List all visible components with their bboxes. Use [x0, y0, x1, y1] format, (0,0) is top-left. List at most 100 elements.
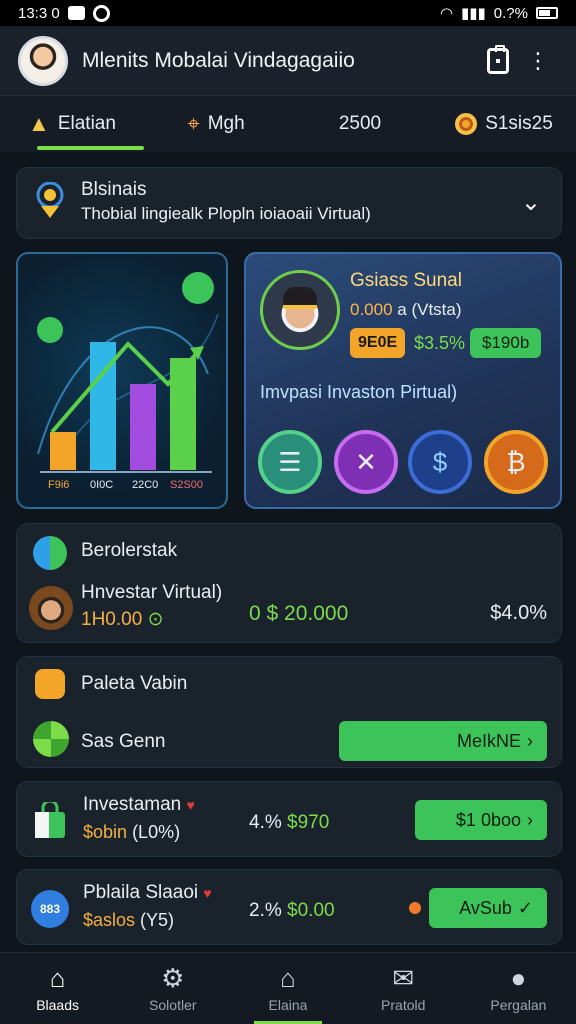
clipboard-button[interactable] — [478, 41, 518, 81]
nav-pratold[interactable]: ✉ Pratold — [346, 953, 461, 1024]
wallet-subtitle: Sas Genn — [81, 731, 166, 752]
chart-badge-icon — [182, 272, 214, 304]
chart-bar-1 — [50, 432, 76, 470]
more-menu-button[interactable]: ⋮ — [518, 41, 558, 81]
tab-elatian[interactable]: ▲ Elatian — [0, 96, 144, 152]
quick-bag-button[interactable]: ₿ — [484, 430, 548, 494]
axis-label-1: F9i6 — [48, 479, 69, 491]
signal-icon: ▮▮▮ — [461, 5, 486, 22]
battery-icon — [536, 7, 558, 19]
balance-label: Hnvestar Virtual) — [81, 582, 223, 603]
row-amount: $0.00 — [287, 900, 335, 921]
row-button-label: AvSub — [459, 897, 512, 918]
balance-value: 1H0.00 ⊙ — [81, 608, 163, 631]
quick-cross-button[interactable]: ✕ — [334, 430, 398, 494]
more-vert-icon: ⋮ — [527, 47, 549, 73]
chevron-right-icon: › — [527, 809, 533, 830]
badge-icon: 883 — [31, 890, 69, 928]
house-icon: ⌂ — [280, 962, 296, 993]
nav-elaina[interactable]: ⌂ Elaina — [230, 953, 345, 1024]
home-icon: ⌂ — [49, 962, 66, 993]
wallet-button-label: MeIkNE — [456, 730, 521, 751]
investor-name: Gsiass Sunal — [350, 270, 462, 291]
investor-profile-card[interactable]: Gsiass Sunal 0.000 a (Vtsta) 9E0E $3.5% … — [244, 252, 562, 509]
row-button-label: $1 0boo — [455, 809, 521, 830]
axis-label-2: 0I0C — [90, 479, 113, 491]
investment-row[interactable]: 883 Pblaila Slaaoi ♥ $aslos (Y5) 2.% $0.… — [16, 869, 562, 945]
quick-dollar-button[interactable]: $ — [408, 430, 472, 494]
row-action-button[interactable]: $1 0boo › — [415, 800, 547, 840]
investor-sub-value: 0.000 — [350, 300, 393, 319]
wallet-title: Paleta Vabin — [81, 673, 188, 694]
balance-value-text: 1H0.00 — [81, 609, 143, 630]
tab-mgh[interactable]: ⌖ Mgh — [144, 96, 288, 152]
balance-card[interactable]: Berolerstak Hnvestar Virtual) 1H0.00 ⊙ 0… — [16, 523, 562, 643]
bottom-nav: ⌂ Blaads ⚙ Solotler ⌂ Elaina ✉ Pratold ●… — [0, 952, 576, 1024]
nav-blaads[interactable]: ⌂ Blaads — [0, 953, 115, 1024]
quick-list-button[interactable]: ☰ — [258, 430, 322, 494]
wallet-card[interactable]: Paleta Vabin Sas Genn MeIkNE › — [16, 656, 562, 768]
row-title-text: Pblaila Slaaoi — [83, 882, 199, 903]
row-sub-pct: (L0%) — [132, 822, 181, 842]
chart-badge-icon-2 — [37, 317, 63, 343]
row-title-text: Investaman — [83, 794, 182, 815]
heart-icon: ♥ — [203, 885, 212, 901]
row-sub: $aslos (Y5) — [83, 910, 174, 931]
selector-label: Blsinais — [81, 179, 147, 200]
warning-icon: ▲ — [28, 111, 50, 136]
business-selector[interactable]: Blsinais Thobial lingiealk Plopln ioiaoa… — [16, 167, 562, 239]
profile-avatar[interactable] — [18, 35, 68, 86]
investor-badge: 9E0E — [350, 328, 406, 358]
notification-icon — [92, 4, 110, 22]
nav-label: Solotler — [149, 996, 197, 1013]
balance-right: $4.0% — [490, 602, 547, 624]
axis-label-3: 22C0 — [132, 479, 158, 491]
growth-chart-card[interactable]: F9i6 0I0C 22C0 S2S00 — [16, 252, 228, 509]
chart-bar-3 — [130, 384, 156, 470]
tab-2500[interactable]: 2500 — [288, 96, 432, 152]
dollar-icon: $ — [432, 446, 448, 477]
nav-label: Blaads — [36, 996, 79, 1013]
tab-label: Elatian — [57, 113, 116, 134]
axis-label-4: S2S00 — [170, 479, 203, 491]
shopping-bag-icon — [35, 802, 65, 838]
investor-percent: $3.5% — [414, 332, 466, 353]
location-target-icon — [36, 182, 64, 218]
chart-bar-4 — [170, 358, 196, 470]
row-sub-pct: (Y5) — [140, 910, 175, 930]
nav-pergalan[interactable]: ● Pergalan — [461, 953, 576, 1024]
row-title: Pblaila Slaaoi ♥ — [83, 882, 212, 904]
row-action-button[interactable]: AvSub ✓ — [429, 888, 547, 928]
row-pct: 4.% — [249, 812, 282, 833]
wallet-icon — [35, 669, 65, 699]
nav-label: Pratold — [381, 996, 426, 1013]
row-sub-value: $obin — [83, 822, 128, 842]
heart-icon: ♥ — [186, 797, 195, 813]
clipboard-icon — [487, 44, 509, 74]
growth-chart: F9i6 0I0C 22C0 S2S00 — [37, 272, 219, 491]
row-sub-value: $aslos — [83, 910, 136, 930]
nav-label: Elaina — [268, 996, 308, 1013]
gallery-icon — [67, 6, 85, 20]
battery-percent: 0.?% — [493, 4, 528, 22]
investor-amount: $190b — [470, 328, 542, 358]
status-dot-icon — [409, 902, 421, 914]
app-bar: Mlenits Mobalai Vindagagaiio ⋮ — [0, 26, 576, 96]
investment-row[interactable]: Investaman ♥ $obin (L0%) 4.% $970 $1 0bo… — [16, 781, 562, 857]
chevron-down-icon[interactable]: ⌄ — [521, 188, 541, 217]
chevron-right-icon: › — [527, 730, 533, 751]
pie-icon — [33, 721, 69, 757]
balance-mid: 0 $ 20.000 — [249, 602, 349, 625]
investor-sub-text: a (Vtsta) — [397, 300, 462, 319]
investor-caption: Imvpasi Invaston Pirtual) — [260, 382, 458, 402]
row-sub: $obin (L0%) — [83, 822, 180, 843]
balance-avatar — [29, 586, 73, 630]
tab-s1sis25[interactable]: S1sis25 — [432, 96, 576, 152]
nav-solotler[interactable]: ⚙ Solotler — [115, 953, 230, 1024]
wifi-icon: ◠ — [439, 5, 454, 22]
list-icon: ☰ — [278, 446, 302, 477]
balance-title: Berolerstak — [81, 540, 178, 561]
gear-icon: ⚙ — [161, 962, 185, 993]
wallet-action-button[interactable]: MeIkNE › — [339, 721, 547, 761]
row-title: Investaman ♥ — [83, 794, 195, 816]
